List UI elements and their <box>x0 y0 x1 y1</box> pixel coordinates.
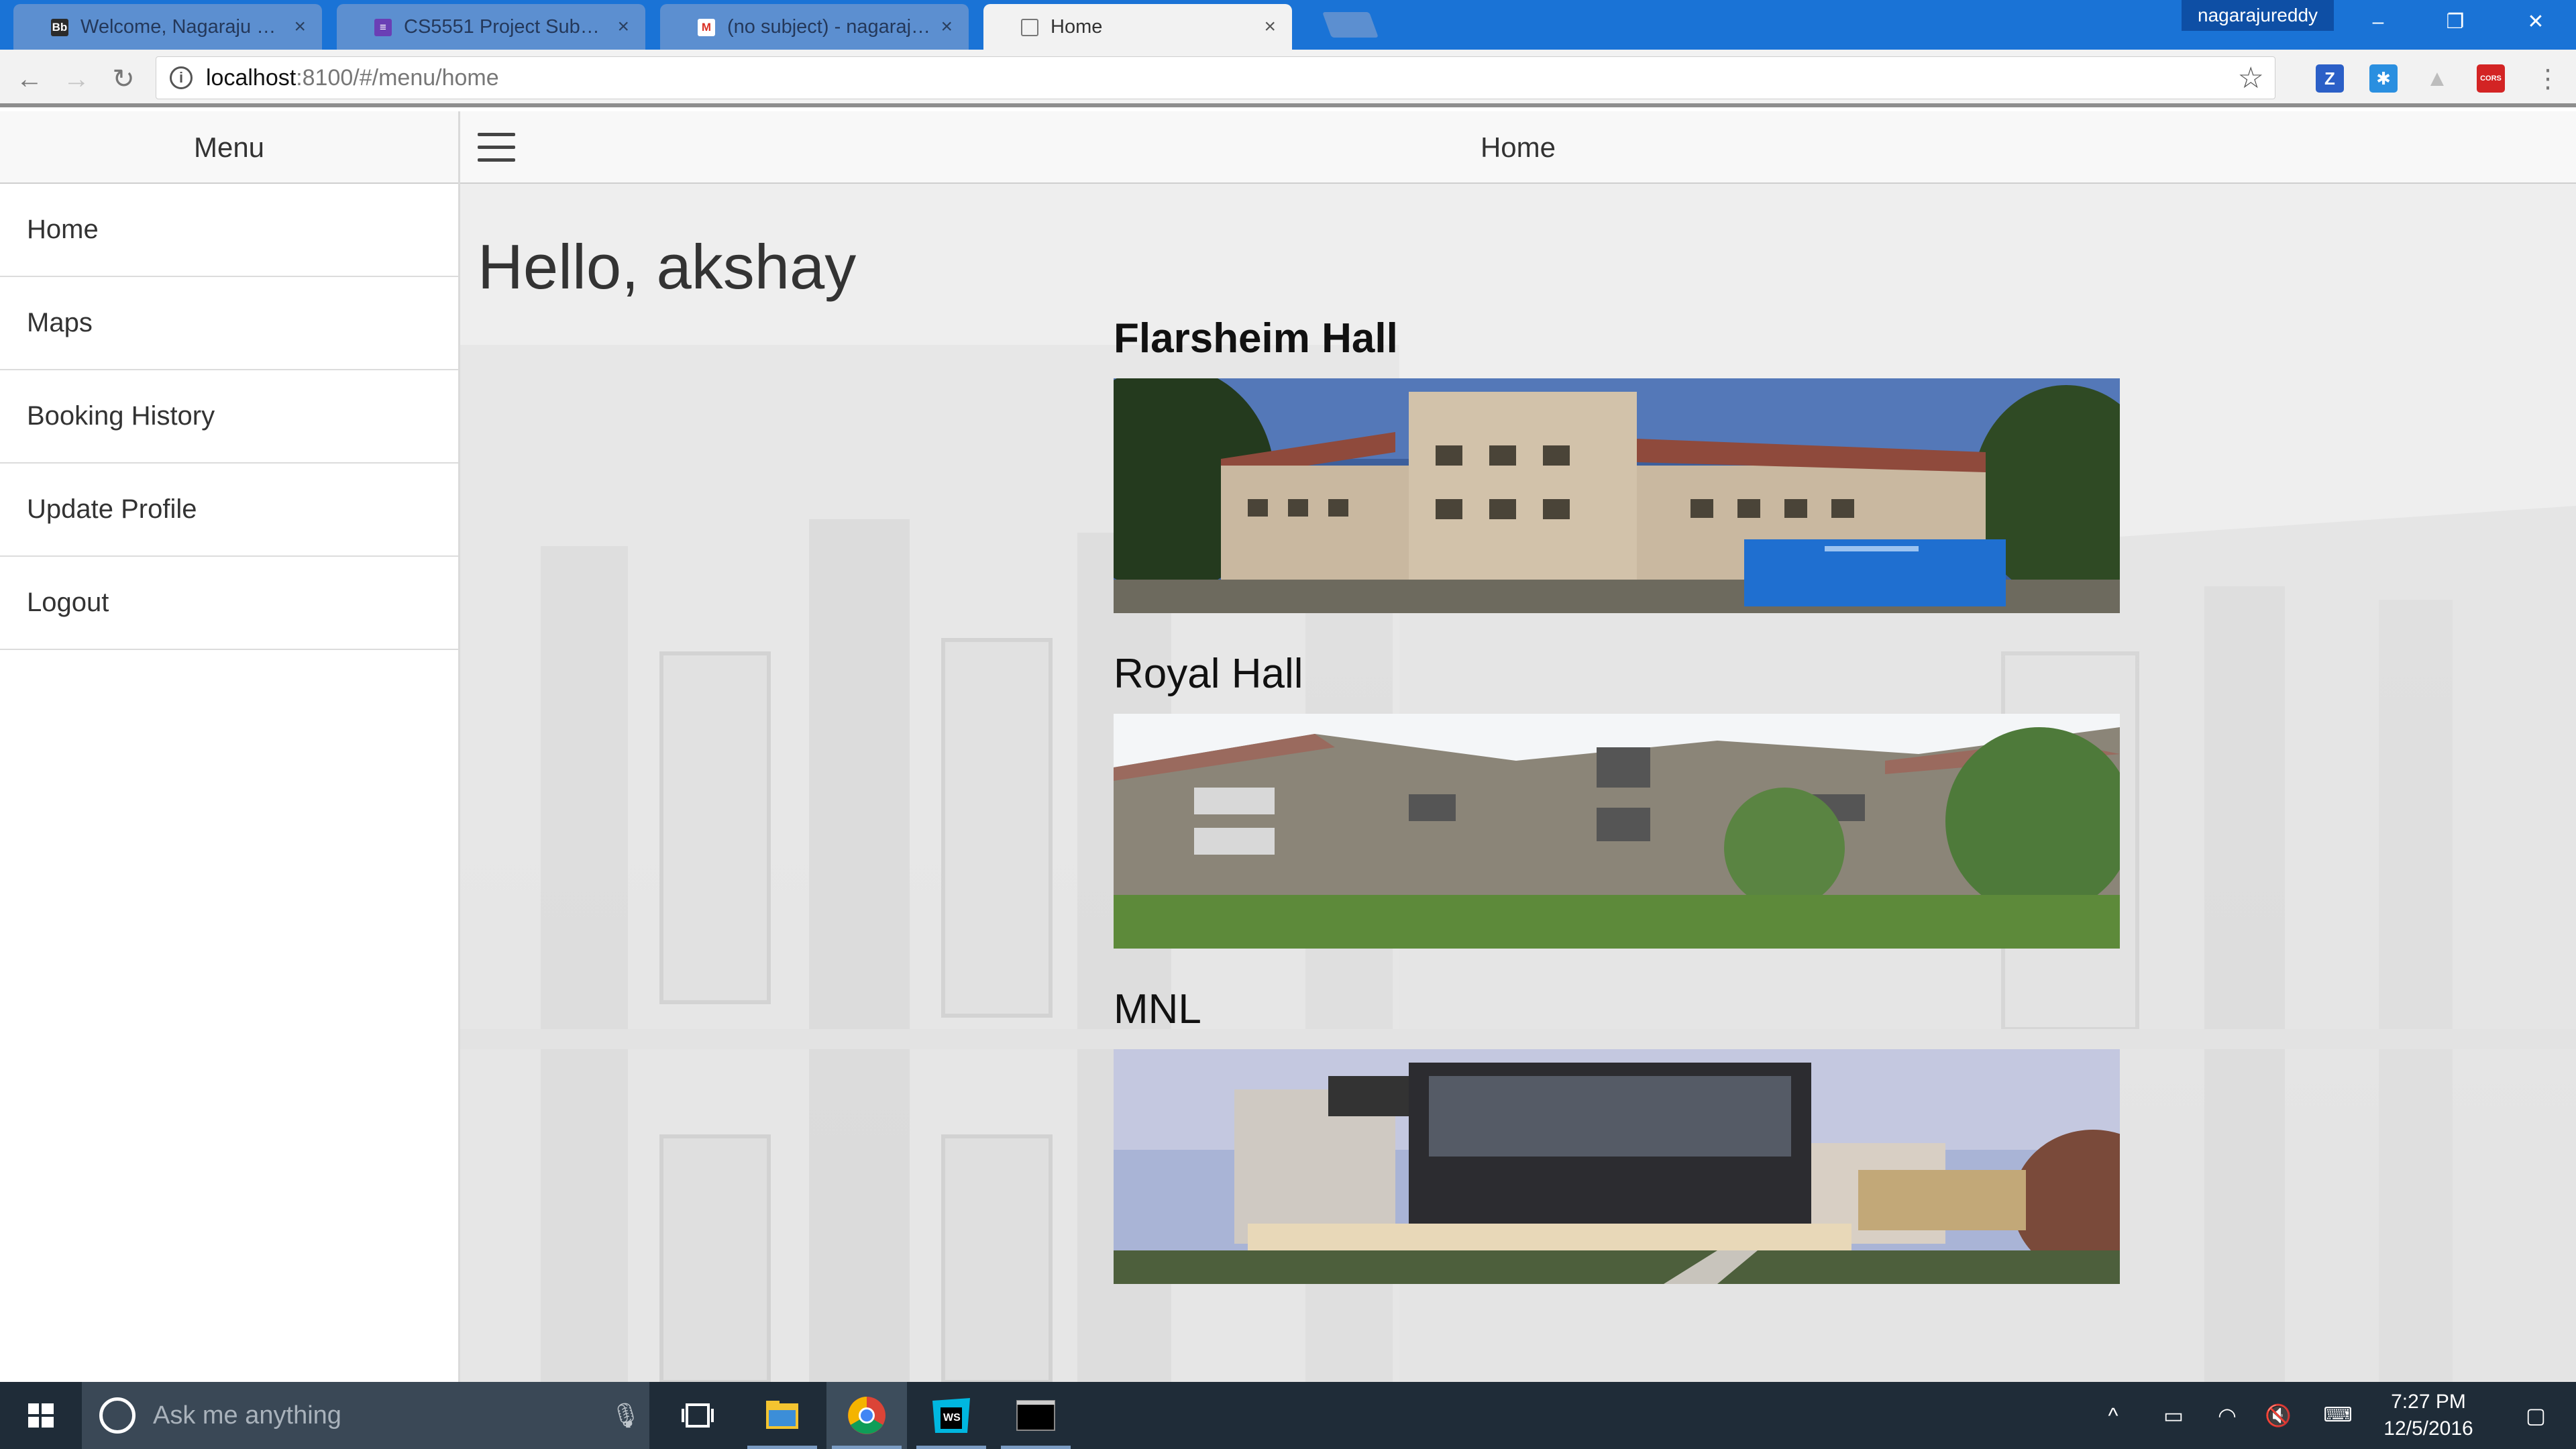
task-view-icon[interactable] <box>657 1382 738 1449</box>
close-icon[interactable]: × <box>294 15 306 38</box>
search-placeholder: Ask me anything <box>153 1401 341 1430</box>
battery-icon[interactable]: ▭ <box>2153 1382 2194 1449</box>
drive-extension-icon[interactable]: ▲ <box>2423 64 2451 93</box>
side-menu: Menu Home Maps Booking History Update Pr… <box>0 111 460 1382</box>
bb-icon: Bb <box>51 19 68 36</box>
sidebar-item-booking-history[interactable]: Booking History <box>0 370 458 464</box>
minimize-icon[interactable]: – <box>2351 5 2405 39</box>
gmail-icon: M <box>698 19 715 36</box>
windows-start-icon[interactable] <box>0 1382 80 1449</box>
show-hidden-icons-chevron-icon[interactable]: ^ <box>2093 1382 2133 1449</box>
new-tab-button[interactable] <box>1322 12 1379 38</box>
system-clock[interactable]: 7:27 PM 12/5/2016 <box>2361 1389 2496 1442</box>
tab-gmail[interactable]: M (no subject) - nagarajure × <box>660 4 969 50</box>
greeting: Hello, akshay <box>478 231 857 302</box>
cors-extension-icon[interactable]: CORS <box>2477 64 2505 93</box>
address-bar[interactable]: i localhost:8100/#/menu/home ☆ <box>156 56 2275 99</box>
keyboard-icon[interactable]: ⌨ <box>2314 1382 2361 1449</box>
tab-label: (no subject) - nagarajure <box>727 15 932 38</box>
back-icon[interactable]: ← <box>11 60 48 98</box>
z-extension-icon[interactable]: Z <box>2316 64 2344 93</box>
microphone-icon[interactable]: 🎙 <box>602 1401 649 1430</box>
clock-time: 7:27 PM <box>2391 1391 2466 1413</box>
page-icon <box>1021 19 1038 36</box>
sidebar-item-maps[interactable]: Maps <box>0 277 458 370</box>
mnl-photo[interactable] <box>1114 1049 2120 1284</box>
tab-blackboard[interactable]: Bb Welcome, Nagaraju – Bla × <box>13 4 322 50</box>
form-icon: ≡ <box>374 19 392 36</box>
profile-name[interactable]: nagarajureddy <box>2182 0 2334 31</box>
tab-label: Home <box>1051 15 1103 38</box>
tab-label: Welcome, Nagaraju – Bla <box>80 15 285 38</box>
chrome-menu-icon[interactable]: ⋮ <box>2529 60 2567 98</box>
browser-toolbar: ← → ↻ i localhost:8100/#/menu/home ☆ Z ✱… <box>0 50 2576 107</box>
browser-tab-strip: Bb Welcome, Nagaraju – Bla × ≡ CS5551 Pr… <box>0 0 2576 50</box>
forward-icon[interactable]: → <box>58 60 95 98</box>
sidebar-item-logout[interactable]: Logout <box>0 557 458 650</box>
royal-hall-photo[interactable] <box>1114 714 2120 949</box>
home-content: Hello, akshay Flarsheim Hall Royal Hall … <box>460 184 2576 1382</box>
reload-icon[interactable]: ↻ <box>105 60 142 98</box>
tab-home[interactable]: Home × <box>983 4 1292 50</box>
svg-text:WS: WS <box>943 1412 961 1424</box>
main-header: Home <box>460 111 2576 184</box>
close-icon[interactable]: × <box>617 15 629 38</box>
chrome-taskbar-icon[interactable] <box>826 1382 907 1449</box>
window-close-icon[interactable]: ✕ <box>2509 5 2563 39</box>
building-title-flarsheim-hall: Flarsheim Hall <box>1114 315 1398 362</box>
action-center-icon[interactable]: ▢ <box>2502 1382 2569 1449</box>
url-text[interactable]: localhost:8100/#/menu/home <box>206 65 499 91</box>
webstorm-icon[interactable]: WS <box>911 1382 991 1449</box>
sidebar-item-home[interactable]: Home <box>0 184 458 277</box>
bookmark-star-icon[interactable]: ☆ <box>2238 61 2264 95</box>
volume-muted-icon[interactable]: 🔇 <box>2258 1382 2298 1449</box>
main-pane: Home Hello, akshay Flarsheim Hall Royal … <box>460 111 2576 1382</box>
page-title: Home <box>1480 131 1556 163</box>
flarsheim-hall-photo[interactable] <box>1114 378 2120 613</box>
url-host: localhost <box>206 64 297 91</box>
restore-icon[interactable]: ❐ <box>2428 5 2482 39</box>
tab-label: CS5551 Project Submissio <box>404 15 608 38</box>
ionic-app: Menu Home Maps Booking History Update Pr… <box>0 111 2576 1382</box>
sidebar-item-update-profile[interactable]: Update Profile <box>0 464 458 557</box>
url-path: :8100/#/menu/home <box>296 64 499 91</box>
cortana-icon <box>99 1397 136 1434</box>
close-icon[interactable]: × <box>941 15 953 38</box>
command-prompt-icon[interactable] <box>996 1382 1076 1449</box>
cortana-search-box[interactable]: Ask me anything 🎙 <box>82 1382 649 1449</box>
side-menu-title: Menu <box>0 111 458 184</box>
wifi-icon[interactable]: ◠ <box>2207 1382 2247 1449</box>
building-title-royal-hall: Royal Hall <box>1114 651 1303 697</box>
building-title-mnl: MNL <box>1114 986 1201 1032</box>
snowflake-extension-icon[interactable]: ✱ <box>2369 64 2398 93</box>
clock-date: 12/5/2016 <box>2383 1417 2473 1440</box>
close-icon[interactable]: × <box>1264 15 1276 38</box>
file-explorer-icon[interactable] <box>742 1382 822 1449</box>
windows-taskbar: Ask me anything 🎙 WS ^ ▭ ◠ 🔇 ⌨ 7:27 PM 1… <box>0 1382 2576 1449</box>
tab-project-submission[interactable]: ≡ CS5551 Project Submissio × <box>337 4 645 50</box>
info-icon[interactable]: i <box>170 66 193 89</box>
